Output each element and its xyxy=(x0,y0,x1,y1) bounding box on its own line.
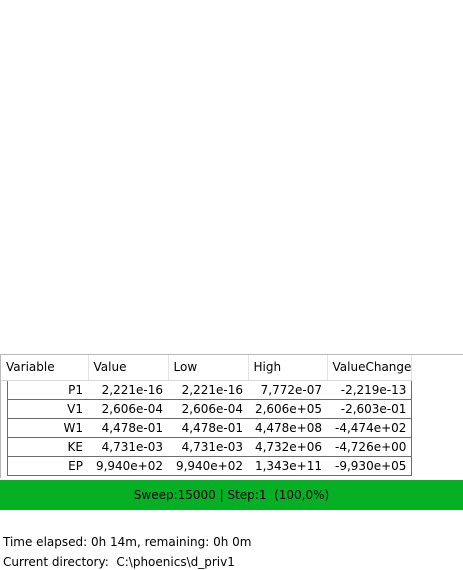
table-header-row: Variable Value Low High ValueChange xyxy=(1,355,413,381)
progress-status-text: Sweep:15000 | Step:1 (100,0%) xyxy=(133,488,330,502)
cell-high: 2,606e+05 xyxy=(248,399,327,419)
column-header-value[interactable]: Value xyxy=(88,355,169,381)
cell-valuechange: -4,726e+00 xyxy=(327,437,413,457)
cell-value: 2,221e-16 xyxy=(88,380,168,400)
table-row[interactable]: P1 2,221e-16 2,221e-16 7,772e-07 -2,219e… xyxy=(1,380,413,400)
current-directory-text: Current directory: C:\phoenics\d_priv1 xyxy=(3,555,235,569)
cell-high: 1,343e+11 xyxy=(248,456,327,476)
cell-value: 9,940e+02 xyxy=(88,456,168,476)
cell-low: 2,221e-16 xyxy=(168,380,248,400)
cell-high: 4,478e+08 xyxy=(248,418,327,438)
cell-valuechange: -2,219e-13 xyxy=(327,380,413,400)
time-elapsed-text: Time elapsed: 0h 14m, remaining: 0h 0m xyxy=(3,535,252,549)
progress-status-bar: Sweep:15000 | Step:1 (100,0%) xyxy=(0,480,463,510)
cell-high: 7,772e-07 xyxy=(248,380,327,400)
cell-value: 4,731e-03 xyxy=(88,437,168,457)
cell-value: 2,606e-04 xyxy=(88,399,168,419)
column-header-high[interactable]: High xyxy=(248,355,328,381)
cell-low: 4,478e-01 xyxy=(168,418,248,438)
column-header-valuechange[interactable]: ValueChange xyxy=(327,355,413,381)
cell-variable: KE xyxy=(6,437,88,457)
cell-valuechange: -9,930e+05 xyxy=(327,456,413,476)
cell-valuechange: -4,474e+02 xyxy=(327,418,413,438)
variables-table: Variable Value Low High ValueChange P1 2… xyxy=(0,354,463,478)
column-header-low[interactable]: Low xyxy=(168,355,249,381)
column-header-variable[interactable]: Variable xyxy=(1,355,89,381)
table-row[interactable]: EP 9,940e+02 9,940e+02 1,343e+11 -9,930e… xyxy=(1,456,413,476)
cell-high: 4,732e+06 xyxy=(248,437,327,457)
cell-variable: EP xyxy=(6,456,88,476)
cell-low: 4,731e-03 xyxy=(168,437,248,457)
cell-value: 4,478e-01 xyxy=(88,418,168,438)
cell-low: 9,940e+02 xyxy=(168,456,248,476)
cell-variable: V1 xyxy=(6,399,88,419)
cell-variable: P1 xyxy=(6,380,88,400)
table-row[interactable]: V1 2,606e-04 2,606e-04 2,606e+05 -2,603e… xyxy=(1,399,413,419)
variables-grid: Variable Value Low High ValueChange P1 2… xyxy=(1,355,413,476)
run-monitor-window: Variable Value Low High ValueChange P1 2… xyxy=(0,0,463,570)
cell-valuechange: -2,603e-01 xyxy=(327,399,413,419)
table-row[interactable]: KE 4,731e-03 4,731e-03 4,732e+06 -4,726e… xyxy=(1,437,413,457)
cell-variable: W1 xyxy=(6,418,88,438)
cell-low: 2,606e-04 xyxy=(168,399,248,419)
table-row[interactable]: W1 4,478e-01 4,478e-01 4,478e+08 -4,474e… xyxy=(1,418,413,438)
